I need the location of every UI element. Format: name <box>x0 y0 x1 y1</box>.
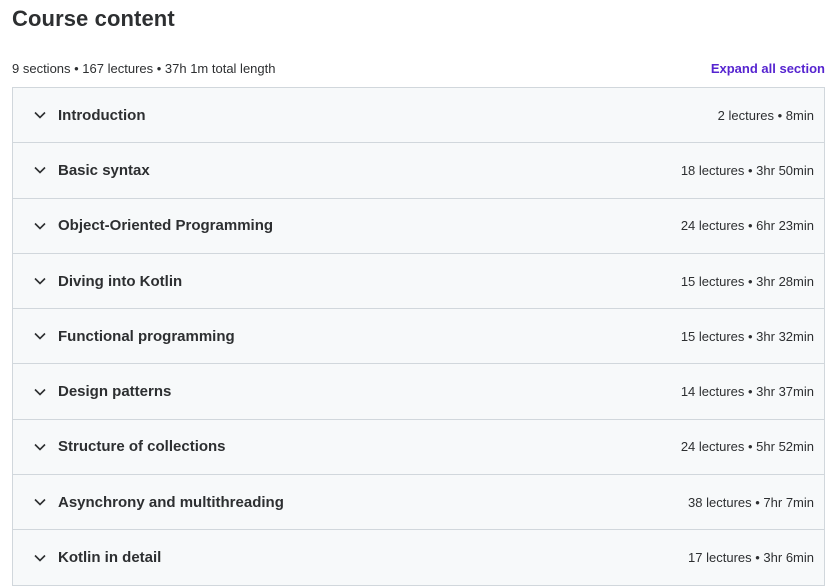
section-row[interactable]: Functional programming 15 lectures • 3hr… <box>13 309 824 365</box>
course-summary: 9 sections • 167 lectures • 37h 1m total… <box>12 60 276 76</box>
section-row[interactable]: Structure of collections 24 lectures • 5… <box>13 419 824 476</box>
section-title: Asynchrony and multithreading <box>58 493 284 511</box>
section-row[interactable]: Introduction 2 lectures • 8min <box>13 88 824 144</box>
chevron-down-icon <box>33 385 47 399</box>
chevron-down-icon <box>33 108 47 122</box>
chevron-down-icon <box>33 329 47 343</box>
section-meta: 18 lectures • 3hr 50min <box>680 162 814 178</box>
section-title: Basic syntax <box>58 161 150 179</box>
section-meta: 2 lectures • 8min <box>717 107 814 123</box>
section-row[interactable]: Design patterns 14 lectures • 3hr 37min <box>13 364 824 420</box>
section-title: Diving into Kotlin <box>58 272 183 290</box>
chevron-down-icon <box>33 551 47 565</box>
section-row[interactable]: Basic syntax 18 lectures • 3hr 50min <box>13 143 824 199</box>
chevron-down-icon <box>33 274 47 288</box>
section-meta: 14 lectures • 3hr 37min <box>680 384 814 400</box>
section-title: Object-Oriented Programming <box>58 217 274 235</box>
section-title: Design patterns <box>58 383 172 401</box>
section-list: Introduction 2 lectures • 8min Basic syn… <box>12 87 825 586</box>
summary-bar: 9 sections • 167 lectures • 37h 1m total… <box>12 58 825 78</box>
chevron-down-icon <box>33 440 47 454</box>
chevron-down-icon <box>33 163 47 177</box>
section-meta: 24 lectures • 5hr 52min <box>680 439 814 455</box>
section-title: Introduction <box>58 106 146 124</box>
chevron-down-icon <box>33 495 47 509</box>
section-row[interactable]: Diving into Kotlin 15 lectures • 3hr 28m… <box>13 253 824 310</box>
section-meta: 15 lectures • 3hr 32min <box>680 328 814 344</box>
section-row[interactable]: Asynchrony and multithreading 38 lecture… <box>13 475 824 531</box>
page-title: Course content <box>12 6 175 31</box>
section-row[interactable]: Kotlin in detail 17 lectures • 3hr 6min <box>13 530 824 586</box>
expand-all-button[interactable]: Expand all section <box>711 61 825 76</box>
section-meta: 24 lectures • 6hr 23min <box>680 218 814 234</box>
chevron-down-icon <box>33 219 47 233</box>
section-title: Kotlin in detail <box>58 549 162 567</box>
section-row[interactable]: Object-Oriented Programming 24 lectures … <box>13 198 824 254</box>
section-title: Functional programming <box>58 327 235 345</box>
section-meta: 15 lectures • 3hr 28min <box>680 273 814 289</box>
section-title: Structure of collections <box>58 438 226 456</box>
section-meta: 38 lectures • 7hr 7min <box>688 494 814 510</box>
section-meta: 17 lectures • 3hr 6min <box>688 550 814 566</box>
course-content-panel: Course content 9 sections • 167 lectures… <box>0 0 825 587</box>
